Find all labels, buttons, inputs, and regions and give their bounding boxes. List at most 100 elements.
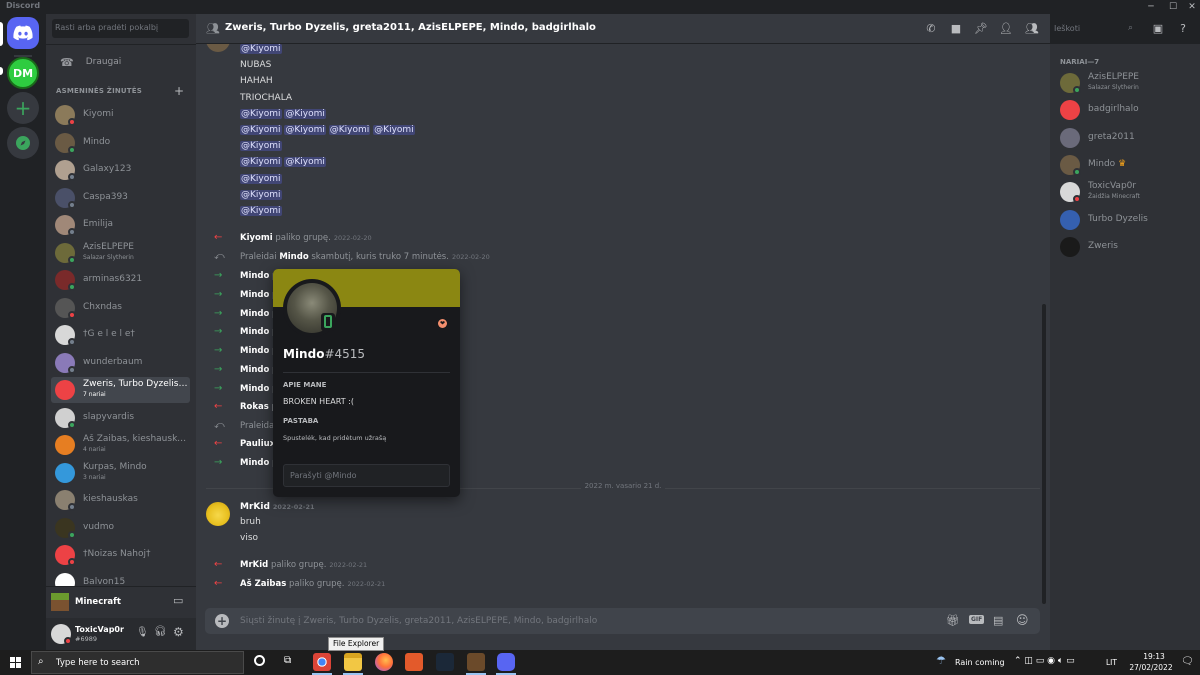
server-dm-icon[interactable]: DM <box>7 57 39 89</box>
taskbar-search[interactable]: ⌕ Type here to search <box>31 651 244 674</box>
home-button[interactable] <box>7 17 39 49</box>
user-mention[interactable]: @Kiyomi <box>373 125 415 135</box>
add-friends-icon[interactable]: 👤︎ <box>999 22 1013 36</box>
system-user[interactable]: Mindo <box>240 346 269 356</box>
inbox-icon[interactable]: ▣ <box>1151 22 1165 36</box>
input-language[interactable]: LIT <box>1106 658 1117 667</box>
member-item[interactable]: AzisELPEPE Salazar Slytherin <box>1058 70 1196 96</box>
tray-icons[interactable]: ⌃ ◫ ▭ ◉ 🔈︎ ▭ <box>1014 656 1075 666</box>
screen-share-icon[interactable]: ▭ <box>173 594 183 607</box>
dm-item[interactable]: Caspa393 <box>51 185 190 211</box>
friends-link[interactable]: ☎ Draugai <box>52 52 190 72</box>
dm-item[interactable]: Zweris, Turbo Dyzelis, gr... 7 nariai <box>51 377 190 403</box>
dm-item[interactable]: AzisELPEPE Salazar Slytherin <box>51 240 190 266</box>
search-input[interactable]: Ieškoti ⌕ <box>1050 21 1138 37</box>
note-input[interactable]: Spustelėk, kad pridėtum užrašą <box>283 434 386 442</box>
popout-message-input[interactable]: Parašyti @Mindo <box>283 464 450 487</box>
gif-icon[interactable]: GIF <box>969 615 985 624</box>
user-mention[interactable]: @Kiyomi <box>240 157 282 168</box>
dm-item[interactable]: Aš Zaibas, kieshauskas, ... 4 nariai <box>51 432 190 458</box>
member-item[interactable]: badgirlhalo <box>1058 97 1196 123</box>
member-item[interactable]: Turbo Dyzelis <box>1058 207 1196 233</box>
message-author[interactable]: MrKid 2022-02-21 <box>240 502 314 512</box>
member-item[interactable]: greta2011 <box>1058 125 1196 151</box>
dm-item[interactable]: Mindo <box>51 130 190 156</box>
dm-search-input[interactable]: Rasti arba pradėti pokalbį <box>52 19 189 38</box>
discord-taskbar-icon[interactable] <box>497 653 515 671</box>
dm-item[interactable]: kieshauskas <box>51 487 190 513</box>
sticker-icon[interactable]: ▤ <box>993 614 1003 627</box>
system-user[interactable]: Mindo <box>240 384 269 394</box>
user-mention[interactable]: @Kiyomi <box>240 108 282 119</box>
message-composer[interactable]: + Siųsti žinutę į Zweris, Turbo Dyzelis,… <box>205 608 1040 634</box>
settings-gear-icon[interactable]: ⚙ <box>173 625 184 639</box>
dm-item[interactable]: †Noizas Nahoj† <box>51 542 190 568</box>
dm-item[interactable]: Emilija <box>51 212 190 238</box>
help-icon[interactable]: ? <box>1176 22 1190 36</box>
user-mention[interactable]: @Kiyomi <box>284 108 326 119</box>
system-user[interactable]: Mindo <box>240 290 269 300</box>
dm-item[interactable]: wunderbaum <box>51 350 190 376</box>
dm-item[interactable]: Chxndas <box>51 295 190 321</box>
firefox-icon[interactable] <box>375 653 393 671</box>
task-view-icon[interactable]: ⧉ <box>284 655 291 666</box>
user-mention[interactable]: @Kiyomi <box>240 44 282 54</box>
weather-text[interactable]: Rain coming <box>955 658 1005 667</box>
clock-time[interactable]: 19:13 <box>1137 652 1171 661</box>
member-item[interactable]: Zweris <box>1058 234 1196 260</box>
cortana-icon[interactable] <box>254 655 265 666</box>
dm-item[interactable]: Kiyomi <box>51 102 190 128</box>
clock-date[interactable]: 27/02/2022 <box>1127 663 1175 672</box>
user-mention[interactable]: @Kiyomi <box>240 125 282 135</box>
user-mention[interactable]: @Kiyomi <box>328 125 371 135</box>
system-user[interactable]: Rokas <box>240 402 269 412</box>
user-mention[interactable]: @Kiyomi <box>284 157 326 168</box>
maximize-button[interactable]: ☐ <box>1164 0 1182 14</box>
system-user[interactable]: Kiyomi <box>240 233 273 243</box>
user-mention[interactable]: @Kiyomi <box>240 173 282 184</box>
voice-call-icon[interactable]: ✆ <box>924 22 938 36</box>
emoji-icon[interactable]: ☺ <box>1016 613 1029 627</box>
steam-icon[interactable] <box>436 653 454 671</box>
system-user[interactable]: Mindo <box>240 271 269 281</box>
system-user[interactable]: Aš Zaibas <box>240 579 286 589</box>
scrollbar[interactable] <box>1042 304 1046 604</box>
member-item[interactable]: Mindo ♛ <box>1058 152 1196 178</box>
headphones-icon[interactable]: 🎧︎ <box>154 626 167 637</box>
dm-item[interactable]: vudmo <box>51 515 190 541</box>
gift-icon[interactable]: 🎁︎ <box>946 614 960 627</box>
system-user[interactable]: Mindo <box>240 458 269 468</box>
system-user[interactable]: Mindo <box>240 309 269 319</box>
notifications-icon[interactable]: 🗨︎ <box>1181 656 1194 667</box>
upload-plus-icon[interactable]: + <box>215 614 229 628</box>
member-item[interactable]: ToxicVap0r Žaidžia Minecraft <box>1058 179 1196 205</box>
mrkid-avatar[interactable] <box>206 502 230 526</box>
chrome-icon[interactable] <box>313 653 331 671</box>
dm-item[interactable]: slapyvardis <box>51 405 190 431</box>
explore-servers-icon[interactable] <box>7 127 39 159</box>
system-user[interactable]: MrKid <box>240 560 268 570</box>
user-mention[interactable]: @Kiyomi <box>284 125 326 135</box>
app-icon-orange[interactable] <box>405 653 423 671</box>
add-server-icon[interactable]: + <box>7 92 39 124</box>
user-mention[interactable]: @Kiyomi <box>240 189 282 200</box>
windows-start-icon[interactable] <box>10 657 21 668</box>
system-user[interactable]: Mindo <box>240 327 269 337</box>
minimize-button[interactable]: ─ <box>1142 0 1160 14</box>
minecraft-taskbar-icon[interactable] <box>467 653 485 671</box>
dm-item[interactable]: Kurpas, Mindo 3 nariai <box>51 460 190 486</box>
dm-item[interactable]: †G e l e l e† <box>51 322 190 348</box>
member-list-icon[interactable]: 👥︎ <box>1025 22 1039 36</box>
file-explorer-icon[interactable] <box>344 653 362 671</box>
system-user[interactable]: Mindo <box>240 365 269 375</box>
pinned-messages-icon[interactable]: 📌︎ <box>974 22 988 36</box>
dm-item[interactable]: arminas6321 <box>51 267 190 293</box>
system-user[interactable]: Mindo <box>279 252 308 262</box>
close-button[interactable]: ✕ <box>1183 0 1200 14</box>
mic-icon[interactable]: 🎙︎ <box>136 627 149 638</box>
create-dm-icon[interactable]: + <box>174 84 184 98</box>
user-mention[interactable]: @Kiyomi <box>240 141 282 152</box>
dm-item[interactable]: Galaxy123 <box>51 157 190 183</box>
user-mention[interactable]: @Kiyomi <box>240 206 282 216</box>
video-call-icon[interactable]: ■ <box>949 22 963 36</box>
